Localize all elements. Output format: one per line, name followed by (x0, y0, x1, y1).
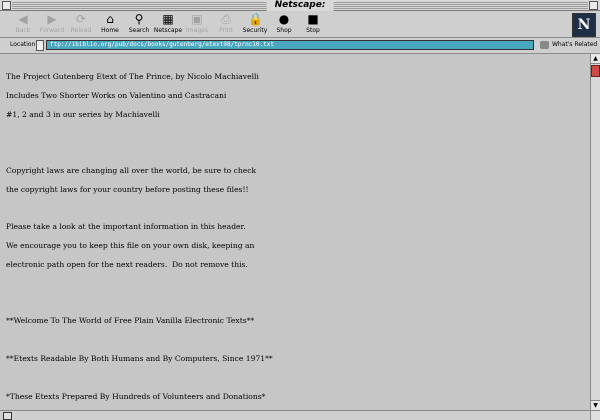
whats-related-icon (540, 40, 549, 49)
text-line: Includes Two Shorter Works on Valentino … (6, 90, 227, 100)
zoom-box-icon[interactable] (589, 1, 598, 10)
forward-arrow-icon: ▶ (47, 12, 57, 26)
text-line: the copyright laws for your country befo… (6, 184, 249, 194)
shop-button[interactable]: ● Shop (269, 12, 299, 36)
document-content[interactable]: The Project Gutenberg Etext of The Princ… (0, 54, 590, 410)
images-button[interactable]: ▣ Images (182, 12, 212, 36)
stop-button[interactable]: ■ Stop (298, 12, 328, 36)
resize-grow-box[interactable] (590, 411, 600, 420)
location-bar: Location: ftp://ibiblio.org/pub/docs/boo… (0, 38, 600, 54)
forward-button[interactable]: ▶ Forward (37, 12, 67, 36)
images-icon: ▣ (191, 12, 203, 26)
home-button-label: Home (101, 27, 119, 34)
bookmark-icon[interactable] (36, 40, 44, 51)
print-icon: ⎙ (221, 12, 231, 26)
print-button-label: Print (219, 27, 233, 34)
images-button-label: Images (186, 27, 208, 34)
netscape-icon: ▦ (162, 12, 174, 26)
whats-related-label: What's Related (552, 41, 598, 48)
back-button[interactable]: ◀ Back (8, 12, 38, 36)
netscape-logo[interactable]: N (572, 13, 596, 37)
window-title: Netscape: (266, 0, 334, 11)
reload-icon: ⟳ (75, 12, 87, 26)
vertical-scrollbar[interactable]: ▲ ▼ (590, 54, 600, 410)
stop-button-label: Stop (306, 27, 320, 34)
text-line: Please take a look at the important info… (6, 222, 246, 232)
search-button[interactable]: ⚲ Search (124, 12, 154, 36)
reload-button-label: Reload (70, 27, 92, 34)
navigation-toolbar: N ◀ Back ▶ Forward ⟳ Reload ⌂ Home ⚲ Search ▦ Netsc… (0, 11, 600, 38)
close-box-icon[interactable] (2, 1, 11, 10)
shop-icon: ● (278, 12, 290, 26)
window-title-bar[interactable]: Netscape: (0, 0, 600, 11)
text-line: The Project Gutenberg Etext of The Princ… (6, 72, 259, 81)
security-button[interactable]: 🔒 Security (240, 12, 270, 36)
back-button-label: Back (15, 27, 31, 34)
text-line: We encourage you to keep this file on yo… (6, 241, 255, 251)
text-line: electronic path open for the next reader… (6, 259, 248, 269)
search-icon: ⚲ (134, 12, 144, 26)
location-url-field[interactable]: ftp://ibiblio.org/pub/docs/books/gutenbe… (46, 40, 534, 50)
security-lock-icon: 🔒 (248, 12, 263, 26)
security-status-icon[interactable] (3, 412, 12, 420)
security-button-label: Security (242, 27, 268, 34)
home-icon: ⌂ (106, 12, 114, 26)
shop-button-label: Shop (276, 27, 292, 34)
text-line: **Etexts Readable By Both Humans and By … (6, 353, 273, 363)
text-line: #1, 2 and 3 in our series by Machiavelli (6, 109, 160, 119)
print-button[interactable]: ⎙ Print (211, 12, 241, 36)
netscape-button[interactable]: ▦ Netscape (153, 12, 183, 36)
location-label: Location: (10, 41, 38, 48)
netscape-button-label: Netscape (153, 27, 183, 34)
home-button[interactable]: ⌂ Home (95, 12, 125, 36)
text-line: Copyright laws are changing all over the… (6, 165, 257, 175)
status-bar (0, 410, 600, 420)
scroll-thumb[interactable] (591, 65, 600, 77)
whats-related-button[interactable]: What's Related (540, 40, 597, 50)
scroll-up-arrow-icon[interactable]: ▲ (591, 54, 600, 64)
forward-button-label: Forward (39, 27, 65, 34)
back-arrow-icon: ◀ (18, 12, 28, 26)
stop-icon: ■ (307, 12, 319, 26)
text-line: *These Etexts Prepared By Hundreds of Vo… (6, 391, 266, 401)
reload-button[interactable]: ⟳ Reload (66, 12, 96, 36)
document-text: The Project Gutenberg Etext of The Princ… (0, 54, 590, 406)
scroll-down-arrow-icon[interactable]: ▼ (591, 400, 600, 410)
search-button-label: Search (128, 27, 150, 34)
text-line: **Welcome To The World of Free Plain Van… (6, 316, 255, 326)
